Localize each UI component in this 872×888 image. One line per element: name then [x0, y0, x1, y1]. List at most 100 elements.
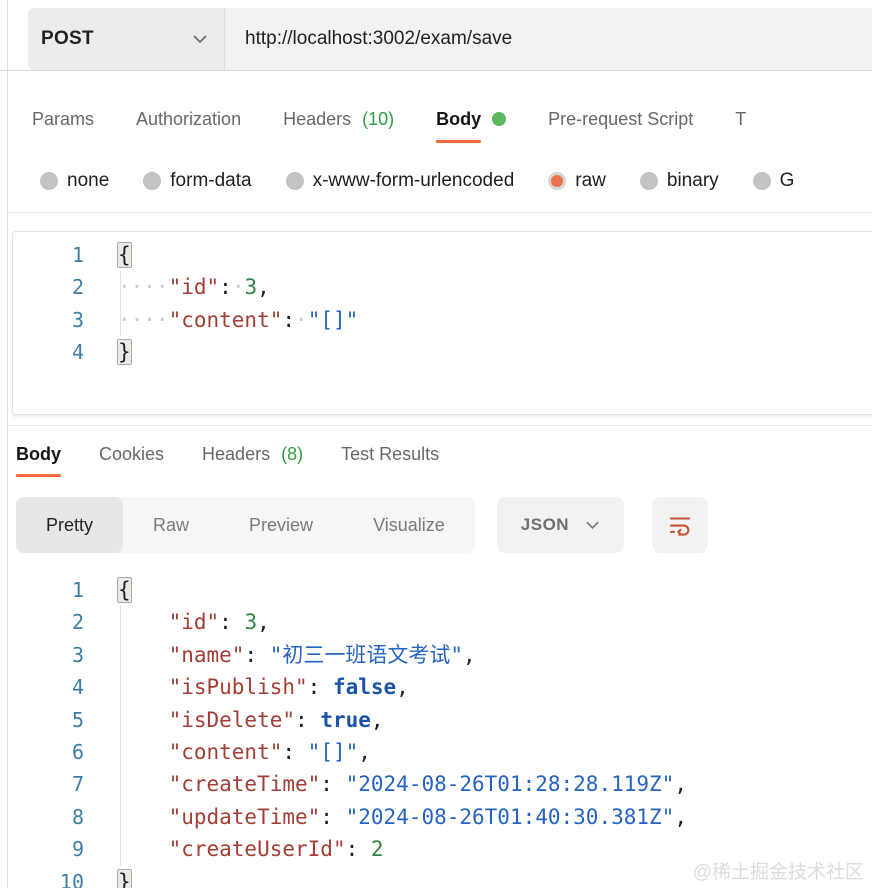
view-raw[interactable]: Raw [123, 497, 219, 553]
code-content: "content": "[]", [118, 736, 371, 768]
response-body-editor[interactable]: 1{2 "id": 3,3 "name": "初三一班语文考试",4 "isPu… [0, 566, 872, 888]
body-type-none[interactable]: none [40, 170, 109, 192]
tab-body[interactable]: Body [436, 92, 506, 146]
method-selector[interactable]: POST [28, 8, 225, 70]
response-tab-headers[interactable]: Headers (8) [202, 428, 303, 480]
line-number: 3 [13, 304, 84, 336]
code-content: "isDelete": true, [118, 704, 384, 736]
view-visualize[interactable]: Visualize [343, 497, 475, 553]
response-tab-test-results[interactable]: Test Results [341, 428, 439, 480]
unsaved-changes-dot-icon [492, 112, 506, 126]
indent-guide [120, 606, 121, 865]
response-tabs: Body Cookies Headers (8) Test Results [16, 428, 872, 480]
code-content: "updateTime": "2024-08-26T01:40:30.381Z"… [118, 801, 687, 833]
tab-label: Authorization [136, 92, 241, 146]
watermark: @稀土掘金技术社区 [693, 857, 864, 884]
body-type-graphql[interactable]: G [753, 170, 795, 192]
response-tab-cookies[interactable]: Cookies [99, 428, 164, 480]
line-number: 5 [0, 704, 84, 736]
radio-label: form-data [170, 170, 251, 192]
radio-label: binary [667, 170, 719, 192]
request-tabs: Params Authorization Headers (10) Body Pre-re… [32, 92, 872, 146]
active-tab-underline [436, 140, 481, 143]
body-type-binary[interactable]: binary [640, 170, 719, 192]
response-format-label: JSON [521, 515, 569, 535]
code-line: 4} [13, 336, 872, 368]
body-type-options: none form-data x-www-form-urlencoded raw bin… [40, 160, 872, 202]
line-number: 1 [0, 574, 84, 606]
radio-button-icon [753, 172, 771, 190]
request-body-editor[interactable]: 1{2····"id":·3,3····"content":·"[]"4} [12, 231, 872, 415]
radio-button-icon [640, 172, 658, 190]
radio-button-icon [286, 172, 304, 190]
tab-label: Pre-request Script [548, 92, 693, 146]
tab-tests[interactable]: T [735, 92, 746, 146]
tab-pre-request-script[interactable]: Pre-request Script [548, 92, 693, 146]
section-divider [8, 212, 872, 213]
radio-label: x-www-form-urlencoded [313, 170, 515, 192]
line-number: 9 [0, 833, 84, 865]
code-line: 8 "updateTime": "2024-08-26T01:40:30.381… [0, 801, 872, 833]
body-type-x-www-form-urlencoded[interactable]: x-www-form-urlencoded [286, 170, 515, 192]
view-preview[interactable]: Preview [219, 497, 343, 553]
body-type-form-data[interactable]: form-data [143, 170, 251, 192]
body-type-raw[interactable]: raw [548, 170, 606, 192]
tab-label: Cookies [99, 428, 164, 480]
radio-label: raw [575, 170, 606, 192]
url-text: http://localhost:3002/exam/save [245, 28, 512, 50]
tab-label: Headers [283, 92, 351, 146]
radio-button-icon [548, 172, 566, 190]
tab-count: (10) [362, 109, 394, 130]
chevron-down-icon [585, 520, 600, 530]
code-content: } [118, 866, 131, 888]
line-number: 10 [0, 866, 84, 888]
response-tab-body[interactable]: Body [16, 428, 61, 480]
code-line: 6 "content": "[]", [0, 736, 872, 768]
chevron-down-icon [192, 34, 208, 44]
code-content: { [118, 574, 131, 606]
tab-label: T [735, 92, 746, 146]
line-number: 3 [0, 639, 84, 671]
code-line: 2····"id":·3, [13, 271, 872, 303]
code-content: "id": 3, [118, 606, 270, 638]
line-number: 4 [13, 336, 84, 368]
tab-count: (8) [281, 444, 303, 465]
line-number: 8 [0, 801, 84, 833]
wrap-lines-button[interactable] [652, 497, 708, 553]
tab-label: Params [32, 92, 94, 146]
code-line: 3 ····"content":·"[]" [13, 304, 872, 336]
radio-button-icon [40, 172, 58, 190]
line-number: 4 [0, 671, 84, 703]
code-line: 7 "createTime": "2024-08-26T01:28:28.119… [0, 768, 872, 800]
tab-authorization[interactable]: Authorization [136, 92, 241, 146]
tab-label: Body [436, 92, 481, 146]
code-line: 2 "id": 3, [0, 606, 872, 638]
code-line: 1{ [0, 574, 872, 606]
radio-label: G [780, 170, 795, 192]
radio-label: none [67, 170, 109, 192]
code-content: ····"content":·"[]" [118, 304, 358, 336]
code-line: 4 "isPublish": false, [0, 671, 872, 703]
code-content: { [118, 239, 131, 271]
code-content: } [118, 336, 131, 368]
request-url-bar: POST http://localhost:3002/exam/save [28, 8, 872, 70]
line-number: 7 [0, 768, 84, 800]
tab-params[interactable]: Params [32, 92, 94, 146]
section-divider [8, 425, 872, 426]
view-pretty[interactable]: Pretty [16, 497, 123, 553]
tab-label: Headers [202, 428, 270, 480]
code-content: "isPublish": false, [118, 671, 409, 703]
code-content: "createTime": "2024-08-26T01:28:28.119Z"… [118, 768, 687, 800]
response-toolbar: PrettyRawPreviewVisualize JSON [16, 497, 872, 553]
line-number: 2 [13, 271, 84, 303]
tab-headers[interactable]: Headers (10) [283, 92, 394, 146]
wrap-line-icon [667, 512, 693, 538]
url-input[interactable]: http://localhost:3002/exam/save [225, 8, 872, 70]
radio-button-icon [143, 172, 161, 190]
response-format-dropdown[interactable]: JSON [497, 497, 624, 553]
indent-guide [120, 271, 121, 336]
tab-label: Body [16, 428, 61, 480]
method-label: POST [41, 28, 94, 50]
code-line: 3 "name": "初三一班语文考试", [0, 639, 872, 671]
active-tab-underline [16, 474, 61, 477]
